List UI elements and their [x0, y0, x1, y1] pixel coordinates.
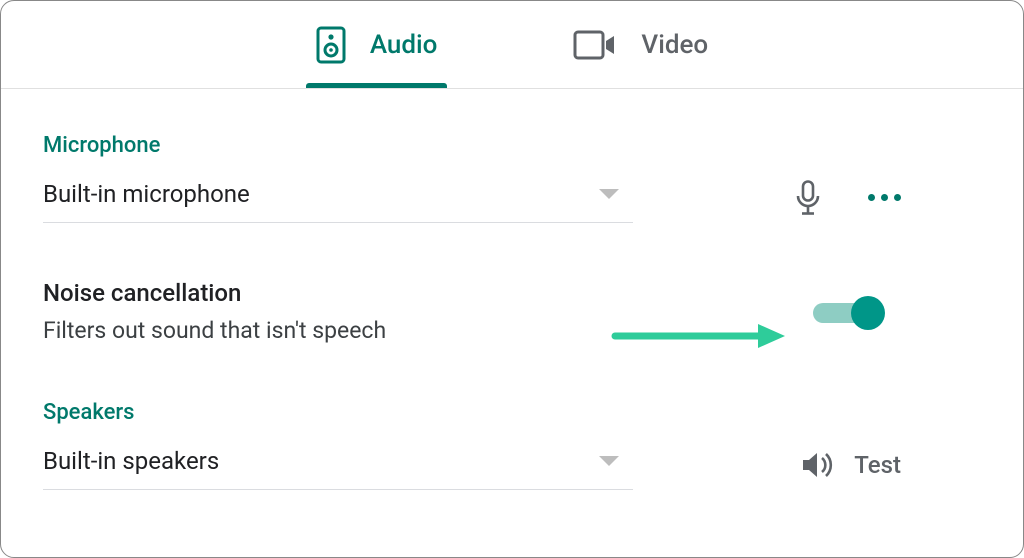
test-button-label: Test	[854, 451, 901, 479]
speakers-heading: Speakers	[43, 400, 981, 425]
tab-video-label: Video	[641, 30, 708, 60]
microphone-icon[interactable]	[794, 180, 822, 216]
toggle-thumb	[851, 296, 885, 330]
noise-cancellation-section: Noise cancellation Filters out sound tha…	[43, 279, 981, 344]
noise-cancellation-title: Noise cancellation	[43, 279, 386, 307]
chevron-down-icon	[599, 456, 619, 466]
tab-audio[interactable]: Audio	[308, 1, 446, 88]
microphone-selected-value: Built-in microphone	[43, 180, 250, 208]
speakers-section: Speakers Built-in speakers Test	[43, 400, 981, 490]
test-speakers-button[interactable]: Test	[800, 449, 901, 481]
chevron-down-icon	[599, 189, 619, 199]
volume-icon	[800, 449, 836, 481]
tab-video[interactable]: Video	[565, 1, 716, 88]
noise-cancellation-description: Filters out sound that isn't speech	[43, 317, 386, 344]
noise-cancellation-toggle[interactable]	[813, 294, 881, 330]
speakers-select[interactable]: Built-in speakers	[43, 439, 633, 490]
microphone-heading: Microphone	[43, 133, 981, 158]
speakers-selected-value: Built-in speakers	[43, 447, 219, 475]
settings-panel: Audio Video Microphone Built-in micropho…	[0, 0, 1024, 558]
microphone-section: Microphone Built-in microphone	[43, 133, 981, 223]
speaker-icon	[316, 26, 346, 64]
tabs-bar: Audio Video	[1, 1, 1023, 89]
more-options-button[interactable]	[868, 194, 901, 201]
content-area: Microphone Built-in microphone	[1, 89, 1023, 490]
dots-horizontal-icon	[868, 194, 901, 201]
tab-audio-label: Audio	[370, 30, 438, 60]
video-icon	[573, 30, 617, 60]
microphone-select[interactable]: Built-in microphone	[43, 172, 633, 223]
